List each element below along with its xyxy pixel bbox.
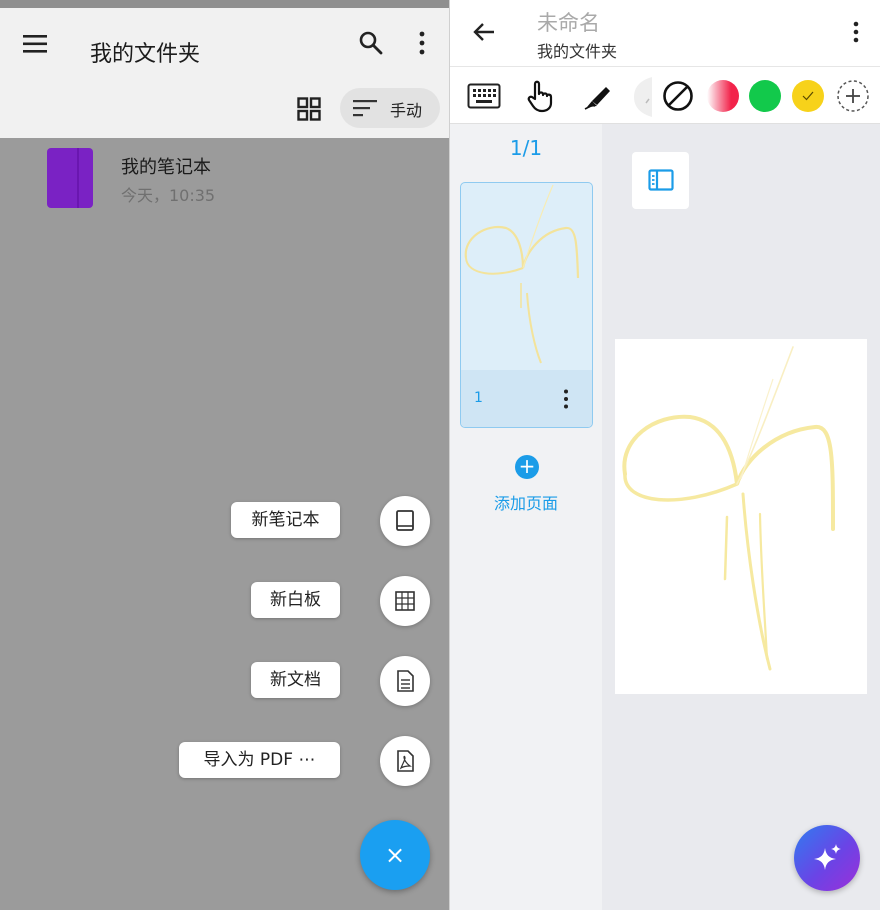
add-page-icon[interactable]: + bbox=[515, 455, 539, 479]
import-pdf-button[interactable] bbox=[380, 736, 430, 786]
book-icon bbox=[396, 510, 414, 531]
fab-close-button[interactable]: × bbox=[360, 820, 430, 890]
add-page-label[interactable]: 添加页面 bbox=[450, 490, 602, 514]
import-pdf-label[interactable]: 导入为 PDF ⋯ bbox=[179, 742, 340, 778]
page-thumbnail[interactable]: 1 bbox=[460, 182, 593, 428]
status-strip bbox=[0, 0, 450, 8]
page-title: 我的文件夹 bbox=[90, 42, 201, 67]
grid-view-icon[interactable] bbox=[297, 97, 321, 121]
notebook-time: 今天，10:35 bbox=[121, 186, 216, 205]
ink-strokes bbox=[622, 346, 835, 671]
more-vert-icon[interactable] bbox=[851, 20, 861, 44]
hand-touch-icon[interactable] bbox=[526, 79, 556, 113]
color-swatch-green[interactable] bbox=[749, 80, 781, 112]
sparkle-icon bbox=[814, 844, 841, 870]
sort-chip[interactable]: 手动 bbox=[340, 88, 440, 128]
folder-screen: 我的文件夹 手动 我的笔记本 今天，10:35 新笔记本 新白板 新文档 导入为… bbox=[0, 0, 450, 910]
color-swatch-yellow[interactable] bbox=[792, 80, 824, 112]
page-number: 1 bbox=[474, 390, 483, 406]
pdf-icon bbox=[397, 750, 414, 772]
sidebar-icon bbox=[648, 169, 674, 191]
thumbnail-drawing bbox=[464, 184, 580, 364]
search-icon[interactable] bbox=[358, 30, 384, 56]
keyboard-icon[interactable] bbox=[467, 83, 501, 109]
new-whiteboard-label[interactable]: 新白板 bbox=[251, 582, 340, 618]
new-whiteboard-button[interactable] bbox=[380, 576, 430, 626]
pen-icon[interactable] bbox=[583, 81, 613, 111]
menu-icon[interactable] bbox=[22, 34, 48, 54]
sort-icon bbox=[353, 100, 377, 117]
notebook-name: 我的笔记本 bbox=[121, 157, 211, 178]
check-icon bbox=[802, 91, 814, 101]
new-notebook-label[interactable]: 新笔记本 bbox=[231, 502, 340, 538]
editor-screen: 未命名 我的文件夹 1/1 1 + 添加页面 bbox=[450, 0, 880, 910]
notebook-cover[interactable] bbox=[47, 148, 93, 208]
add-color-icon[interactable] bbox=[836, 79, 870, 113]
more-vert-icon[interactable] bbox=[417, 30, 427, 56]
new-document-label[interactable]: 新文档 bbox=[251, 662, 340, 698]
editor-app-bar: 未命名 我的文件夹 bbox=[450, 0, 880, 66]
highlighter-icon[interactable] bbox=[632, 77, 654, 117]
new-notebook-button[interactable] bbox=[380, 496, 430, 546]
document-icon bbox=[397, 670, 414, 692]
drawing-toolbar bbox=[450, 66, 880, 124]
drawing-canvas[interactable] bbox=[615, 339, 867, 694]
grid-icon bbox=[395, 591, 415, 611]
sort-label: 手动 bbox=[390, 101, 423, 120]
page-count: 1/1 bbox=[509, 136, 543, 160]
document-title[interactable]: 未命名 bbox=[537, 7, 600, 37]
page-more-icon[interactable] bbox=[562, 388, 570, 410]
app-bar: 我的文件夹 手动 bbox=[0, 8, 450, 138]
new-document-button[interactable] bbox=[380, 656, 430, 706]
color-swatch-red[interactable] bbox=[707, 80, 739, 112]
ai-assistant-button[interactable] bbox=[794, 825, 860, 891]
document-folder: 我的文件夹 bbox=[537, 42, 618, 61]
disable-touch-icon[interactable] bbox=[662, 80, 694, 112]
toggle-sidebar-button[interactable] bbox=[632, 152, 689, 209]
back-arrow-icon[interactable] bbox=[472, 21, 496, 43]
